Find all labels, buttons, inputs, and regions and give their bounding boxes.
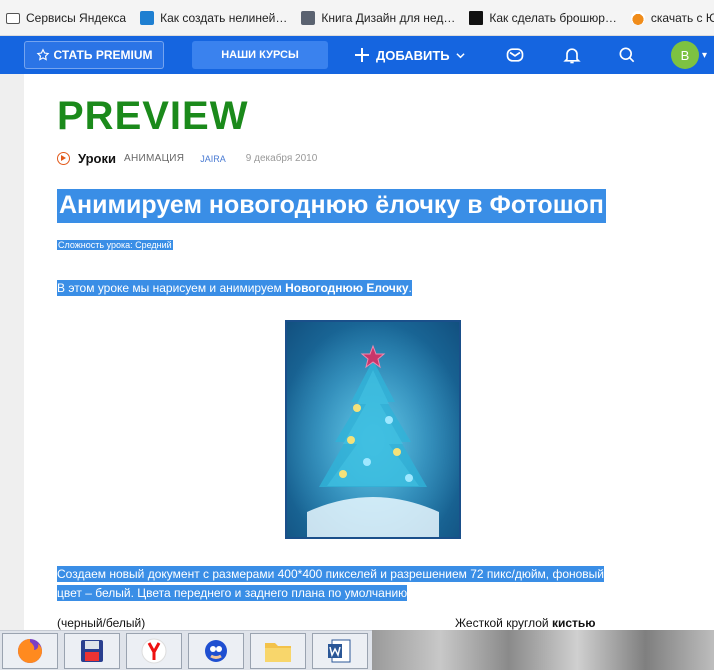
article-meta: Уроки АНИМАЦИЯ JAIRA 9 декабря 2010 [57, 151, 317, 166]
courses-button[interactable]: НАШИ КУРСЫ [192, 41, 328, 69]
star-icon [36, 48, 49, 61]
intro-text: В этом уроке мы нарисуем и анимируем Нов… [57, 280, 412, 296]
left-gutter [0, 74, 24, 630]
bookmarks-bar: Сервисы Яндекса Как создать нелиней… Кни… [0, 0, 714, 36]
user-avatar[interactable]: B [671, 41, 699, 69]
article-content: PREVIEW Уроки АНИМАЦИЯ JAIRA 9 декабря 2… [24, 74, 714, 630]
tag-link[interactable]: АНИМАЦИЯ [124, 153, 184, 164]
category-link[interactable]: Уроки [78, 151, 116, 166]
monitor-icon [469, 10, 484, 25]
bookmark-download[interactable]: скачать с ЮтуС [630, 10, 714, 25]
firefox-icon[interactable] [2, 633, 58, 669]
bookmark-brochure[interactable]: Как сделать брошюр… [469, 10, 617, 25]
article-headline: Анимируем новогоднюю ёлочку в Фотошоп [57, 189, 606, 223]
color-note: (черный/белый) [57, 616, 146, 630]
bookmark-design-book[interactable]: Книга Дизайн для нед… [301, 10, 455, 25]
brush-note: Жесткой круглой кистью [455, 616, 596, 630]
premium-button[interactable]: СТАТЬ PREMIUM [24, 41, 164, 69]
download-icon [630, 10, 645, 25]
author-link[interactable]: JAIRA [200, 154, 226, 164]
presentation-icon [140, 10, 155, 25]
search-icon[interactable] [616, 44, 638, 66]
word-icon[interactable] [312, 633, 368, 669]
chevron-down-icon [456, 52, 465, 58]
plus-icon [355, 48, 369, 62]
instruction-paragraph: Создаем новый документ с размерами 400*4… [57, 566, 605, 601]
floppy-save-icon[interactable] [64, 633, 120, 669]
preview-title: PREVIEW [57, 94, 249, 138]
add-button[interactable]: ДОБАВИТЬ [354, 36, 465, 74]
christmas-tree-image [285, 320, 461, 539]
play-circle-icon [57, 152, 70, 165]
yandex-browser-icon[interactable] [126, 633, 182, 669]
file-explorer-icon[interactable] [250, 633, 306, 669]
blurred-desktop-area [372, 630, 714, 670]
folder-icon [6, 13, 20, 24]
bookmark-yandex-services[interactable]: Сервисы Яндекса [6, 11, 126, 25]
bell-icon[interactable] [561, 44, 583, 66]
account-chevron-icon[interactable]: ▾ [702, 50, 707, 61]
site-navbar: СТАТЬ PREMIUM НАШИ КУРСЫ ДОБАВИТЬ [0, 36, 714, 74]
book-icon [301, 10, 316, 25]
mail-icon[interactable] [504, 44, 526, 66]
sonic-game-icon[interactable] [188, 633, 244, 669]
publish-date: 9 декабря 2010 [245, 153, 318, 164]
difficulty-label: Сложность урока: Средний [57, 240, 173, 250]
bookmark-nonlinear[interactable]: Как создать нелиней… [140, 10, 287, 25]
